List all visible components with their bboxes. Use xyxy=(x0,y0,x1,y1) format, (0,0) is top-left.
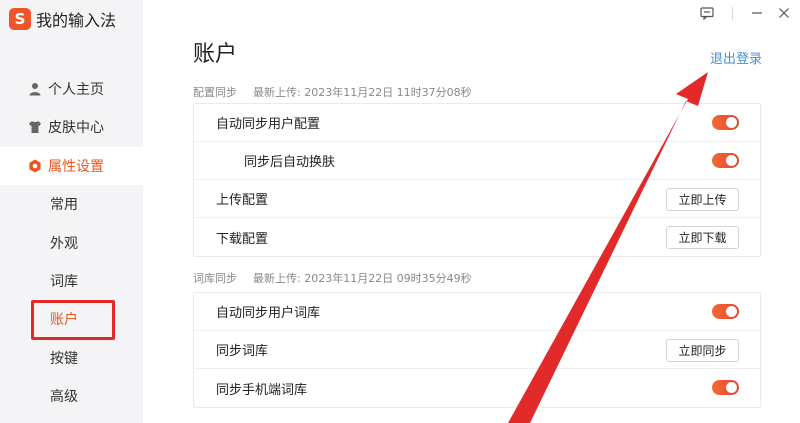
hexagon-settings-icon xyxy=(28,159,42,173)
settings-row: 同步后自动换肤 xyxy=(194,142,760,180)
settings-row: 自动同步用户词库 xyxy=(194,293,760,331)
sidebar-subitem-advanced[interactable]: 高级 xyxy=(0,377,143,415)
sidebar-item-label: 属性设置 xyxy=(48,159,104,175)
section-title: 配置同步 xyxy=(193,86,237,99)
annotation-highlight-box xyxy=(31,300,115,340)
row-label: 同步词库 xyxy=(216,344,269,359)
sidebar-subitem-label: 常用 xyxy=(50,197,78,213)
row-label: 自动同步用户词库 xyxy=(216,306,321,321)
row-label: 自动同步用户配置 xyxy=(216,117,321,132)
auto-sync-lexicon-toggle[interactable] xyxy=(712,304,739,319)
sidebar-subitem-general[interactable]: 常用 xyxy=(0,185,143,223)
row-label: 上传配置 xyxy=(216,193,269,208)
app-header: S 我的输入法 xyxy=(9,7,116,31)
sidebar-subitem-label: 词库 xyxy=(50,274,78,290)
settings-row: 同步手机端词库 xyxy=(194,369,760,407)
download-now-button[interactable]: 立即下载 xyxy=(666,226,739,249)
logout-link[interactable]: 退出登录 xyxy=(710,48,762,67)
upload-now-button[interactable]: 立即上传 xyxy=(666,188,739,211)
app-logo-icon: S xyxy=(9,8,31,30)
sidebar-subitem-lexicon[interactable]: 词库 xyxy=(0,262,143,300)
close-icon[interactable] xyxy=(775,4,793,22)
page-title: 账户 xyxy=(193,42,238,67)
config-sync-header: 配置同步 最新上传: 2023年11月22日 11时37分08秒 xyxy=(193,84,472,100)
sidebar-item-profile[interactable]: 个人主页 xyxy=(0,70,143,108)
last-upload-time: 最新上传: 2023年11月22日 09时35分49秒 xyxy=(253,272,472,285)
sidebar: S 我的输入法 个人主页 皮肤中心 属性设置 常用 外观 词库 账户 按键 高级 xyxy=(0,0,143,423)
last-upload-time: 最新上传: 2023年11月22日 11时37分08秒 xyxy=(253,86,472,99)
settings-row: 上传配置 立即上传 xyxy=(194,180,760,218)
sync-now-button[interactable]: 立即同步 xyxy=(666,339,739,362)
settings-row: 同步词库 立即同步 xyxy=(194,331,760,369)
sidebar-subitem-label: 外观 xyxy=(50,236,78,252)
auto-sync-config-toggle[interactable] xyxy=(712,115,739,130)
app-name: 我的输入法 xyxy=(36,11,117,30)
lexicon-sync-card: 自动同步用户词库 同步词库 立即同步 同步手机端词库 xyxy=(193,292,761,408)
sidebar-item-label: 个人主页 xyxy=(48,82,104,98)
person-icon xyxy=(28,82,42,96)
sidebar-subitem-account[interactable]: 账户 xyxy=(0,300,143,340)
section-title: 词库同步 xyxy=(193,272,237,285)
window-controls-divider xyxy=(732,7,733,20)
row-label: 下载配置 xyxy=(216,231,269,247)
settings-row: 自动同步用户配置 xyxy=(194,104,760,142)
lexicon-sync-header: 词库同步 最新上传: 2023年11月22日 09时35分49秒 xyxy=(193,270,472,286)
tshirt-icon xyxy=(28,120,42,134)
settings-row: 下载配置 立即下载 xyxy=(194,218,760,256)
row-label: 同步后自动换肤 xyxy=(244,155,336,170)
sidebar-item-settings[interactable]: 属性设置 xyxy=(0,147,143,185)
minimize-icon[interactable] xyxy=(748,4,766,22)
sidebar-item-skins[interactable]: 皮肤中心 xyxy=(0,108,143,146)
sidebar-subitem-keys[interactable]: 按键 xyxy=(0,339,143,377)
sidebar-subitem-label: 按键 xyxy=(50,351,78,367)
row-label: 同步手机端词库 xyxy=(216,382,308,398)
feedback-icon[interactable] xyxy=(698,4,716,22)
sync-mobile-lexicon-toggle[interactable] xyxy=(712,380,739,395)
sidebar-subitem-label: 高级 xyxy=(50,389,78,405)
auto-change-skin-toggle[interactable] xyxy=(712,153,739,168)
sidebar-item-label: 皮肤中心 xyxy=(48,120,104,136)
config-sync-card: 自动同步用户配置 同步后自动换肤 上传配置 立即上传 下载配置 立即下载 xyxy=(193,103,761,257)
sidebar-subitem-appearance[interactable]: 外观 xyxy=(0,224,143,262)
